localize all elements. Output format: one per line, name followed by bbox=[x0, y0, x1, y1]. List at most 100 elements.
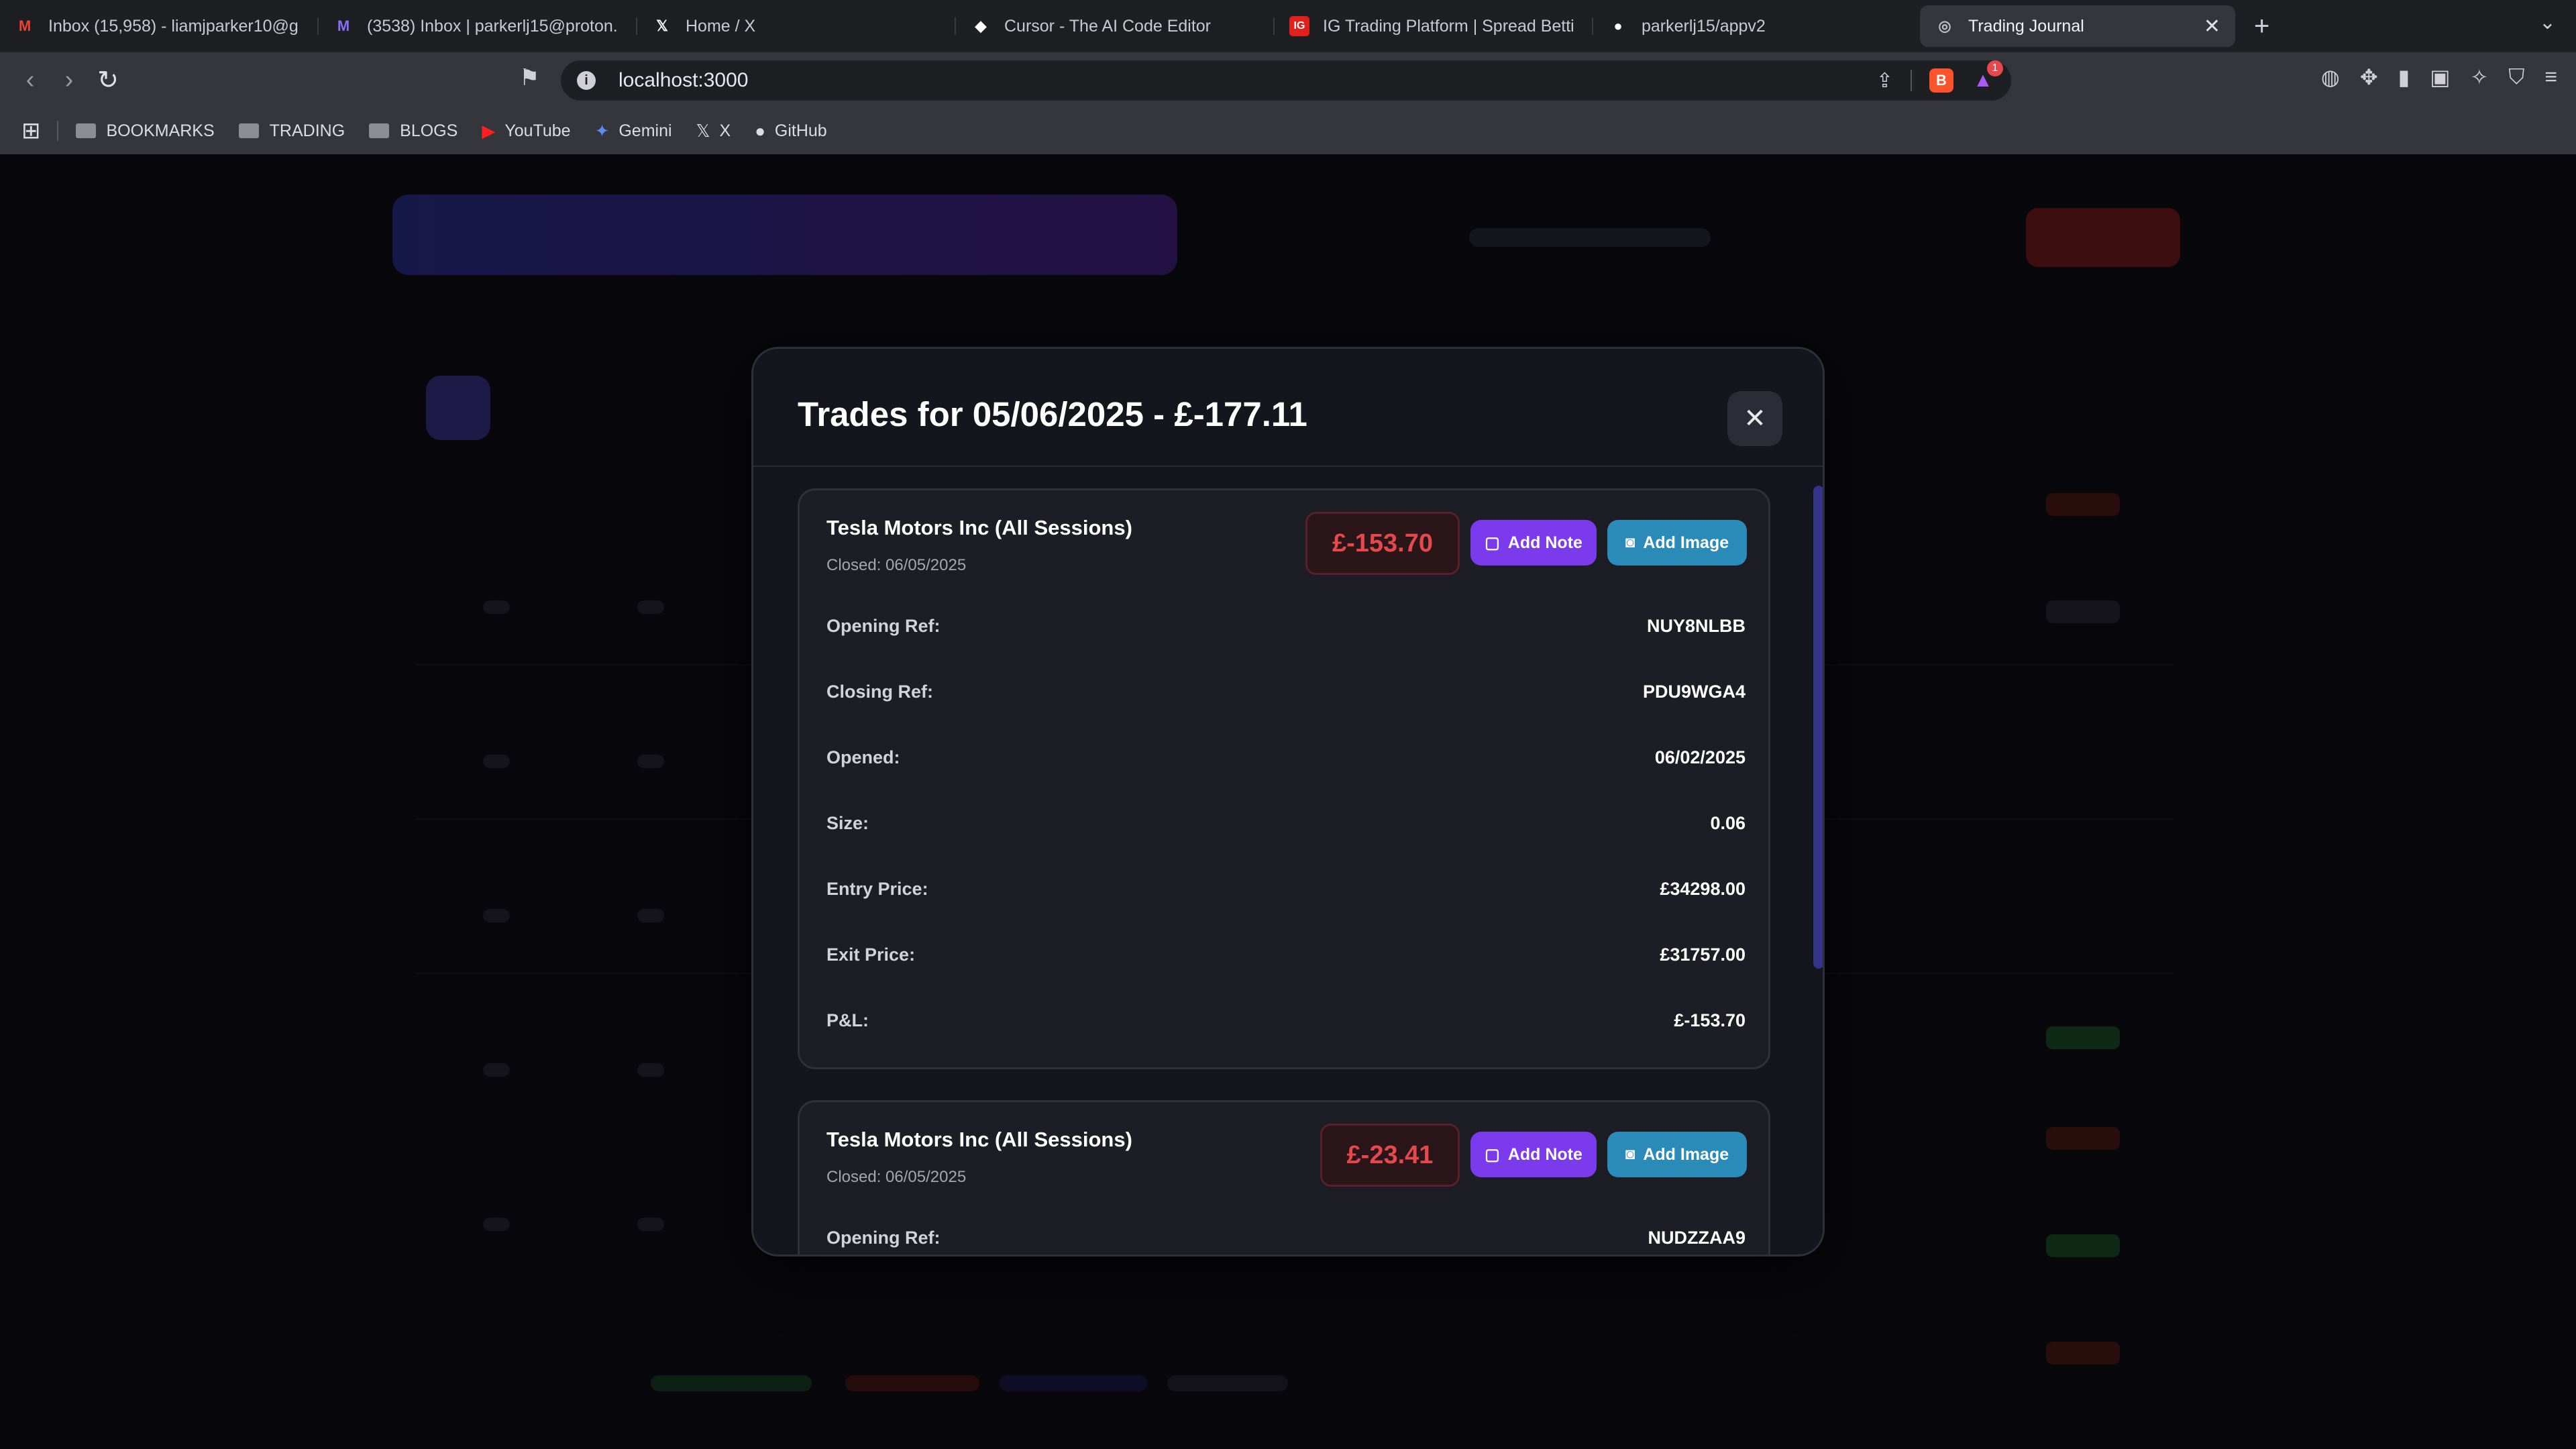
trade-detail-row: Exit Price: £31757.00 bbox=[826, 941, 1746, 968]
apps-grid-icon[interactable]: ⊞ bbox=[21, 117, 41, 144]
trade-detail-row: Entry Price: £34298.00 bbox=[826, 875, 1746, 902]
extensions-puzzle-icon[interactable]: ✥ bbox=[2360, 64, 2378, 90]
trade-detail-row: Opening Ref: NUY8NLBB bbox=[826, 612, 1746, 639]
share-icon[interactable]: ⇪ bbox=[1876, 69, 1893, 93]
bookmark-label: YouTube bbox=[504, 121, 571, 140]
site-info-icon[interactable]: i bbox=[577, 71, 596, 90]
add-image-button[interactable]: ◙ Add Image bbox=[1607, 1132, 1747, 1177]
detail-value: NUY8NLBB bbox=[1646, 615, 1746, 636]
bookmark-label: BOOKMARKS bbox=[106, 121, 215, 140]
background-cell bbox=[483, 1063, 510, 1077]
note-icon: ▢ bbox=[1485, 533, 1500, 552]
detail-label: Size: bbox=[826, 812, 869, 833]
modal-title: Trades for 05/06/2025 - £-177.11 bbox=[798, 395, 1307, 433]
new-tab-button[interactable]: + bbox=[2254, 11, 2269, 42]
wallet-icon[interactable]: ▣ bbox=[2430, 64, 2450, 90]
background-loss-chip bbox=[2046, 1127, 2120, 1150]
detail-value: PDU9WGA4 bbox=[1642, 681, 1746, 702]
background-header-link bbox=[1469, 228, 1711, 247]
divider bbox=[1911, 70, 1912, 91]
background-legend-item bbox=[1167, 1375, 1288, 1391]
bookmark-page-icon[interactable]: ⚑ bbox=[519, 64, 539, 91]
globe-icon: ◎ bbox=[1938, 17, 1951, 34]
bookmark-label: GitHub bbox=[774, 121, 827, 140]
scrollbar-thumb[interactable] bbox=[1813, 486, 1823, 969]
detail-label: Exit Price: bbox=[826, 944, 916, 965]
reload-icon[interactable]: ↻ bbox=[89, 65, 127, 95]
browser-tab-strip: M Inbox (15,958) - liamjparker10@g M (35… bbox=[0, 0, 2576, 52]
detail-value: £34298.00 bbox=[1660, 878, 1746, 899]
detail-value: 06/02/2025 bbox=[1654, 747, 1746, 767]
forward-icon[interactable]: › bbox=[50, 66, 89, 95]
detail-value: NUDZZAA9 bbox=[1648, 1227, 1746, 1248]
camera-icon: ◙ bbox=[1625, 533, 1635, 551]
menu-icon[interactable]: ≡ bbox=[2544, 64, 2557, 90]
trade-instrument-name: Tesla Motors Inc (All Sessions) bbox=[826, 516, 1132, 539]
brave-rewards-icon[interactable]: ▲ 1 bbox=[1971, 60, 2003, 93]
bookmark-youtube[interactable]: ▶ YouTube bbox=[482, 121, 570, 142]
close-icon[interactable]: ✕ bbox=[1727, 391, 1782, 446]
brave-shields-icon[interactable]: B bbox=[1929, 68, 1953, 93]
back-icon[interactable]: ‹ bbox=[11, 66, 50, 95]
add-image-button[interactable]: ◙ Add Image bbox=[1607, 520, 1747, 566]
browser-tab-proton-mail[interactable]: M (3538) Inbox | parkerlj15@proton. bbox=[319, 5, 637, 47]
bookmark-folder-bookmarks[interactable]: BOOKMARKS bbox=[75, 121, 215, 141]
trade-detail-row: Opened: 06/02/2025 bbox=[826, 744, 1746, 771]
tab-title: Inbox (15,958) - liamjparker10@g bbox=[48, 16, 299, 36]
browser-tab-cursor[interactable]: ◆ Cursor - The AI Code Editor bbox=[956, 5, 1275, 47]
translate-icon[interactable]: ◍ bbox=[2321, 64, 2340, 90]
detail-label: Opening Ref: bbox=[826, 615, 941, 636]
detail-label: Entry Price: bbox=[826, 878, 928, 899]
background-cell bbox=[637, 755, 664, 768]
modal-scroll-area[interactable]: Tesla Motors Inc (All Sessions) Closed: … bbox=[753, 467, 1823, 1254]
detail-label: Opening Ref: bbox=[826, 1227, 941, 1248]
bookmark-label: X bbox=[719, 121, 731, 140]
trade-card: Tesla Motors Inc (All Sessions) Closed: … bbox=[798, 488, 1770, 1069]
ig-icon: IG bbox=[1289, 16, 1309, 36]
browser-tab-ig[interactable]: IG IG Trading Platform | Spread Betti bbox=[1275, 5, 1593, 47]
detail-label: P&L: bbox=[826, 1010, 869, 1030]
bookmark-folder-blogs[interactable]: BLOGS bbox=[369, 121, 458, 141]
background-profit-chip bbox=[2046, 1234, 2120, 1257]
bookmark-x[interactable]: 𝕏X bbox=[696, 121, 731, 142]
address-bar-url[interactable]: localhost:3000 bbox=[619, 69, 748, 92]
browser-tab-x[interactable]: 𝕏 Home / X bbox=[637, 5, 956, 47]
browser-tab-github[interactable]: ● parkerlj15/appv2 bbox=[1593, 5, 1912, 47]
background-legend-item bbox=[1000, 1375, 1147, 1391]
trade-detail-row: P&L: £-153.70 bbox=[826, 1007, 1746, 1034]
background-legend-item bbox=[845, 1375, 979, 1391]
background-cell bbox=[2046, 600, 2120, 623]
vpn-shield-icon[interactable]: ⛉ bbox=[2508, 64, 2524, 90]
tab-search-menu-icon[interactable]: ⌄ bbox=[2539, 11, 2556, 34]
sidebar-icon[interactable]: ▮ bbox=[2398, 64, 2410, 90]
leo-ai-icon[interactable]: ✧ bbox=[2471, 64, 2489, 90]
tab-close-icon[interactable]: ✕ bbox=[2204, 15, 2220, 38]
tab-title: IG Trading Platform | Spread Betti bbox=[1323, 16, 1574, 36]
background-cell bbox=[483, 600, 510, 614]
background-legend-item bbox=[651, 1375, 812, 1391]
detail-value: £-153.70 bbox=[1674, 1010, 1746, 1030]
background-header-button bbox=[2026, 208, 2180, 267]
rewards-badge: 1 bbox=[1987, 60, 2003, 76]
bookmark-folder-trading[interactable]: TRADING bbox=[238, 121, 345, 141]
folder-icon bbox=[238, 123, 259, 138]
detail-label: Closing Ref: bbox=[826, 681, 933, 702]
background-cell bbox=[637, 909, 664, 922]
trades-modal: Trades for 05/06/2025 - £-177.11 ✕ Tesla… bbox=[751, 347, 1825, 1256]
add-note-button[interactable]: ▢ Add Note bbox=[1470, 520, 1597, 566]
folder-icon bbox=[369, 123, 390, 138]
github-icon: ● bbox=[755, 120, 765, 141]
browser-tab-gmail[interactable]: M Inbox (15,958) - liamjparker10@g bbox=[0, 5, 319, 47]
background-cell bbox=[483, 1218, 510, 1231]
background-cell bbox=[483, 755, 510, 768]
add-image-label: Add Image bbox=[1643, 1144, 1729, 1164]
bookmark-github[interactable]: ● GitHub bbox=[755, 121, 827, 142]
browser-tab-trading-journal[interactable]: ◎ Trading Journal ✕ bbox=[1920, 5, 2235, 47]
address-bar[interactable]: i localhost:3000 ⇪ B ▲ 1 bbox=[561, 60, 2011, 101]
bookmark-gemini[interactable]: ✦ Gemini bbox=[595, 121, 672, 142]
github-icon: ● bbox=[1613, 17, 1623, 34]
add-note-button[interactable]: ▢ Add Note bbox=[1470, 1132, 1597, 1177]
add-image-label: Add Image bbox=[1643, 533, 1729, 552]
detail-label: Opened: bbox=[826, 747, 900, 767]
trade-detail-row: Closing Ref: PDU9WGA4 bbox=[826, 678, 1746, 705]
